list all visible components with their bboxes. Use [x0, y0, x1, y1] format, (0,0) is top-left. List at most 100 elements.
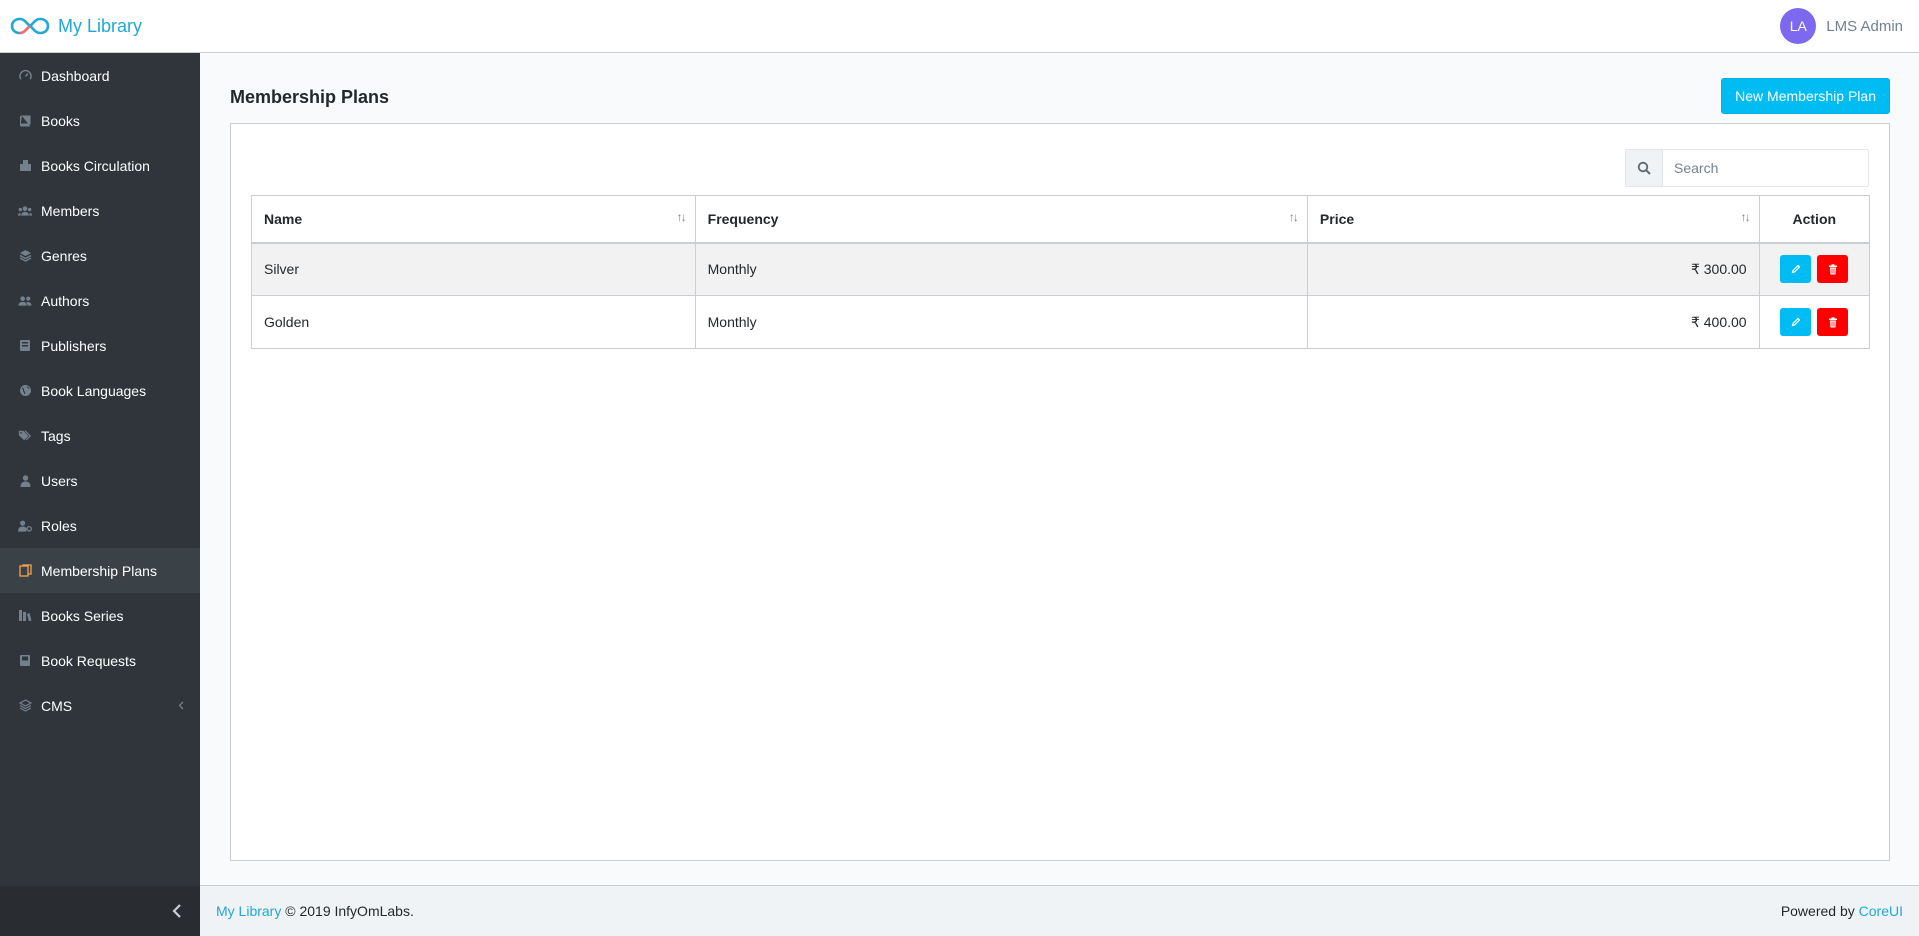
footer-left: My Library © 2019 InfyOmLabs.	[216, 903, 414, 919]
membership-icon	[18, 564, 32, 578]
app-footer: My Library © 2019 InfyOmLabs. Powered by…	[200, 885, 1919, 936]
column-header-action: Action	[1758, 195, 1871, 244]
column-header-frequency[interactable]: Frequency ↑↓	[694, 195, 1308, 244]
book-request-icon	[18, 654, 32, 668]
sidebar-item-label: Genres	[41, 247, 87, 264]
search-box	[1625, 149, 1869, 187]
user-name[interactable]: LMS Admin	[1826, 18, 1903, 35]
column-label: Name	[264, 210, 303, 227]
user-menu[interactable]: LA LMS Admin	[1780, 8, 1903, 44]
books-circulation-icon	[18, 159, 32, 173]
trash-icon	[1828, 264, 1837, 275]
sidebar-item-genres[interactable]: Genres	[0, 233, 200, 278]
user-icon	[18, 474, 32, 488]
sidebar-item-label: Tags	[41, 427, 71, 444]
sidebar-item-books-circulation[interactable]: Books Circulation	[0, 143, 200, 188]
sidebar-item-authors[interactable]: Authors	[0, 278, 200, 323]
footer-coreui-link[interactable]: CoreUI	[1859, 903, 1903, 919]
sidebar-item-label: Books Series	[41, 607, 124, 624]
sidebar-item-label: Membership Plans	[41, 562, 157, 579]
search-icon	[1626, 150, 1663, 186]
sidebar-item-book-requests[interactable]: Book Requests	[0, 638, 200, 683]
trash-icon	[1828, 316, 1837, 327]
cell-action	[1758, 242, 1871, 296]
search-input[interactable]	[1663, 150, 1868, 186]
chevron-left-icon	[172, 904, 181, 918]
sidebar-item-label: CMS	[41, 697, 73, 714]
cell-frequency: Monthly	[694, 242, 1308, 296]
sidebar-item-tags[interactable]: Tags	[0, 413, 200, 458]
column-label: Price	[1319, 210, 1355, 227]
edit-button[interactable]	[1780, 255, 1812, 284]
column-label: Frequency	[707, 210, 779, 227]
authors-icon	[18, 294, 32, 308]
footer-brand-link[interactable]: My Library	[216, 903, 281, 919]
book-icon	[18, 114, 32, 128]
table-row: Golden Monthly ₹ 400.00	[251, 295, 1871, 349]
column-header-price[interactable]: Price ↑↓	[1306, 195, 1760, 244]
sidebar-item-roles[interactable]: Roles	[0, 503, 200, 548]
delete-button[interactable]	[1817, 308, 1849, 336]
brand[interactable]: My Library	[0, 0, 200, 53]
main-content: Membership Plans New Membership Plan Nam…	[200, 53, 1919, 885]
sidebar-item-users[interactable]: Users	[0, 458, 200, 503]
sidebar-item-publishers[interactable]: Publishers	[0, 323, 200, 368]
cell-frequency: Monthly	[694, 295, 1308, 349]
infinity-logo-icon	[10, 17, 50, 35]
page-title: Membership Plans	[230, 87, 390, 107]
speedometer-icon	[18, 69, 32, 83]
sidebar: Dashboard Books Books Circulation Member…	[0, 53, 200, 936]
footer-powered-by: Powered by	[1780, 903, 1855, 919]
sidebar-item-label: Users	[41, 472, 78, 489]
column-header-name[interactable]: Name ↑↓	[251, 195, 696, 244]
cell-price: ₹ 400.00	[1306, 295, 1760, 349]
plans-table: Name ↑↓ Frequency ↑↓ Price ↑↓ Action Sil…	[251, 195, 1871, 349]
sidebar-item-members[interactable]: Members	[0, 188, 200, 233]
cell-price: ₹ 300.00	[1306, 242, 1760, 296]
sidebar-item-book-languages[interactable]: Book Languages	[0, 368, 200, 413]
sidebar-item-membership-plans[interactable]: Membership Plans	[0, 548, 200, 593]
user-cog-icon	[18, 519, 32, 533]
app-header: My Library LA LMS Admin	[0, 0, 1919, 53]
sidebar-item-label: Book Requests	[41, 652, 136, 669]
table-row: Silver Monthly ₹ 300.00	[251, 242, 1871, 296]
pencil-icon	[1791, 264, 1801, 274]
footer-copyright: © 2019 InfyOmLabs.	[285, 903, 414, 919]
avatar[interactable]: LA	[1780, 8, 1817, 44]
pencil-icon	[1791, 317, 1801, 327]
footer-right: Powered by CoreUI	[1781, 903, 1903, 919]
cell-name: Silver	[251, 242, 696, 296]
brand-name: My Library	[58, 15, 143, 36]
sidebar-nav: Dashboard Books Books Circulation Member…	[0, 53, 200, 728]
sidebar-item-dashboard[interactable]: Dashboard	[0, 53, 200, 98]
sort-icon: ↑↓	[1288, 210, 1299, 224]
sort-icon: ↑↓	[1740, 210, 1751, 224]
globe-icon	[18, 384, 32, 398]
sort-icon: ↑↓	[676, 210, 687, 224]
members-icon	[18, 204, 32, 218]
series-icon	[18, 609, 32, 623]
plans-card: Name ↑↓ Frequency ↑↓ Price ↑↓ Action	[230, 123, 1890, 861]
sidebar-item-cms[interactable]: CMS	[0, 683, 200, 728]
publisher-icon	[18, 339, 32, 353]
cell-name: Golden	[251, 295, 696, 349]
delete-button[interactable]	[1817, 255, 1849, 284]
layers-icon	[18, 699, 32, 713]
sidebar-item-books-series[interactable]: Books Series	[0, 593, 200, 638]
sidebar-item-label: Publishers	[41, 337, 107, 354]
table-header-row: Name ↑↓ Frequency ↑↓ Price ↑↓ Action	[251, 195, 1871, 244]
sidebar-item-label: Roles	[41, 517, 77, 534]
cell-action	[1758, 295, 1871, 349]
new-membership-plan-button[interactable]: New Membership Plan	[1721, 78, 1890, 114]
sidebar-item-label: Members	[41, 202, 100, 219]
chevron-left-icon	[178, 699, 184, 713]
tags-icon	[18, 429, 32, 443]
edit-button[interactable]	[1780, 308, 1812, 336]
sidebar-item-label: Books Circulation	[41, 157, 150, 174]
layers-icon	[18, 249, 32, 263]
sidebar-minimizer[interactable]	[0, 886, 200, 936]
sidebar-item-label: Books	[41, 112, 80, 129]
sidebar-item-label: Authors	[41, 292, 90, 309]
sidebar-item-label: Dashboard	[41, 67, 110, 84]
sidebar-item-books[interactable]: Books	[0, 98, 200, 143]
